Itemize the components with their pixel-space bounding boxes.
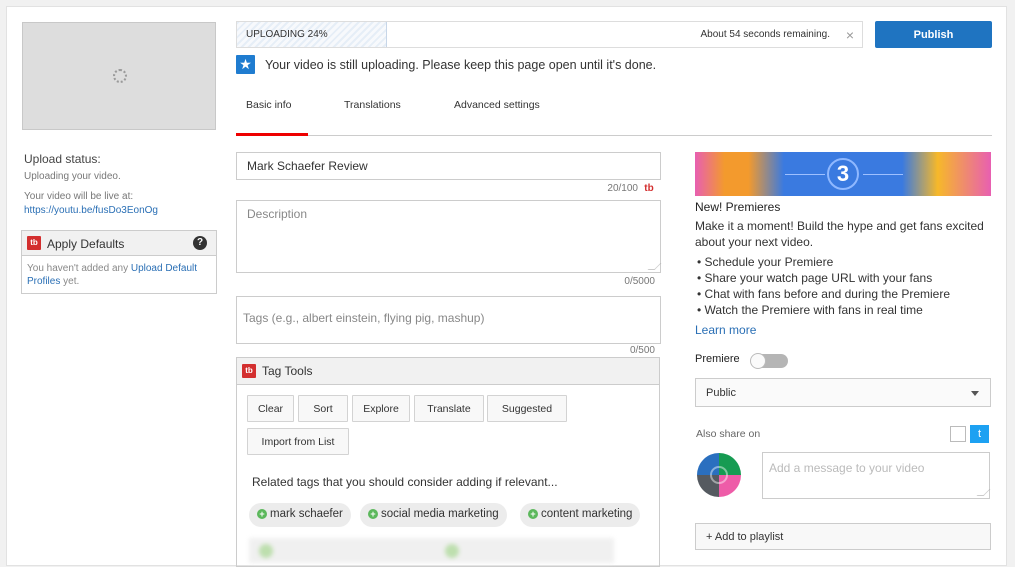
list-item: Schedule your Premiere bbox=[697, 254, 950, 270]
tags-char-count: 0/500 bbox=[629, 345, 655, 356]
tab-bar: Basic info Translations Advanced setting… bbox=[236, 88, 992, 136]
premieres-banner-image: 3 bbox=[695, 152, 991, 196]
add-circle-icon: + bbox=[528, 509, 538, 519]
related-tag-label: content marketing bbox=[541, 508, 633, 520]
resize-handle-icon[interactable] bbox=[976, 489, 991, 496]
translate-button[interactable]: Translate bbox=[414, 395, 484, 422]
related-tag-chip[interactable]: + social media marketing bbox=[360, 503, 507, 527]
upload-status-title: Upload status: bbox=[24, 152, 101, 166]
resize-handle-icon[interactable] bbox=[647, 263, 662, 270]
title-char-count: 20/100 bbox=[607, 183, 638, 194]
premieres-feature-list: Schedule your Premiere Share your watch … bbox=[697, 254, 950, 318]
sort-tags-button[interactable]: Sort bbox=[298, 395, 348, 422]
related-tag-label: social media marketing bbox=[381, 508, 499, 520]
upload-notice: Your video is still uploading. Please ke… bbox=[265, 58, 657, 72]
tubebuddy-logo-icon: tb bbox=[644, 183, 654, 194]
upload-progress-bar: UPLOADING 24% About 54 seconds remaining… bbox=[236, 21, 863, 48]
add-to-playlist-button[interactable]: + Add to playlist bbox=[695, 523, 991, 550]
add-circle-icon: + bbox=[257, 509, 267, 519]
help-icon[interactable]: ? bbox=[193, 236, 207, 250]
share-twitter-checkbox[interactable] bbox=[950, 426, 966, 442]
twitter-icon: t bbox=[970, 425, 989, 443]
tag-tools-panel: tb Tag Tools Clear Sort Explore Translat… bbox=[236, 357, 660, 567]
privacy-select[interactable]: Public bbox=[695, 378, 991, 407]
tubebuddy-logo-icon: tb bbox=[242, 364, 256, 378]
upload-progress-label: UPLOADING 24% bbox=[246, 29, 328, 40]
premiere-toggle[interactable] bbox=[750, 353, 788, 369]
tag-tools-title: Tag Tools bbox=[262, 364, 313, 378]
apply-defaults-title: Apply Defaults bbox=[47, 237, 125, 251]
star-icon: ★ bbox=[236, 55, 255, 74]
premieres-title: New! Premieres bbox=[695, 200, 781, 214]
title-input[interactable]: Mark Schaefer Review bbox=[236, 152, 661, 180]
defaults-body-prefix: You haven't added any bbox=[27, 263, 131, 274]
clear-tags-button[interactable]: Clear bbox=[247, 395, 294, 422]
tag-tools-header: tb Tag Tools bbox=[237, 358, 659, 385]
premiere-label: Premiere bbox=[695, 353, 740, 365]
loading-spinner-icon bbox=[113, 69, 127, 83]
video-link[interactable]: https://youtu.be/fusDo3EonOg bbox=[24, 205, 158, 216]
premieres-description: Make it a moment! Build the hype and get… bbox=[695, 219, 984, 249]
chevron-down-icon bbox=[971, 391, 979, 396]
add-circle-icon: + bbox=[368, 509, 378, 519]
share-message-placeholder: Add a message to your video bbox=[769, 461, 925, 475]
cancel-upload-icon[interactable]: × bbox=[846, 27, 854, 43]
share-message-input[interactable]: Add a message to your video bbox=[762, 452, 991, 499]
related-tags-label: Related tags that you should consider ad… bbox=[252, 475, 558, 489]
banner-line bbox=[863, 174, 903, 175]
apply-defaults-panel: tb Apply Defaults ? You haven't added an… bbox=[21, 230, 217, 294]
active-tab-indicator bbox=[236, 133, 308, 136]
list-item: Share your watch page URL with your fans bbox=[697, 270, 950, 286]
privacy-value: Public bbox=[706, 387, 736, 399]
explore-button[interactable]: Explore bbox=[352, 395, 410, 422]
apply-defaults-body: You haven't added any Upload Default Pro… bbox=[22, 256, 216, 288]
related-tag-chip[interactable]: + content marketing bbox=[520, 503, 641, 527]
share-label: Also share on bbox=[696, 428, 761, 440]
tags-placeholder: Tags (e.g., albert einstein, flying pig,… bbox=[243, 311, 485, 325]
video-thumbnail bbox=[22, 22, 216, 130]
list-item: Chat with fans before and during the Pre… bbox=[697, 286, 950, 302]
learn-more-link[interactable]: Learn more bbox=[695, 323, 756, 337]
publish-button[interactable]: Publish bbox=[875, 21, 992, 48]
add-circle-icon bbox=[259, 544, 273, 558]
banner-line bbox=[785, 174, 825, 175]
countdown-number: 3 bbox=[827, 158, 859, 190]
import-from-list-button[interactable]: Import from List bbox=[247, 428, 349, 455]
toggle-knob bbox=[750, 353, 766, 369]
tab-translations[interactable]: Translations bbox=[344, 99, 401, 111]
related-tag-chip[interactable]: + mark schaefer bbox=[249, 503, 351, 527]
add-circle-icon bbox=[445, 544, 459, 558]
tags-input[interactable]: Tags (e.g., albert einstein, flying pig,… bbox=[236, 296, 661, 344]
suggested-button[interactable]: Suggested bbox=[487, 395, 567, 422]
defaults-body-suffix: yet. bbox=[60, 276, 80, 287]
time-remaining: About 54 seconds remaining. bbox=[700, 29, 830, 40]
tab-basic-info[interactable]: Basic info bbox=[246, 99, 292, 111]
description-input[interactable]: Description bbox=[236, 200, 662, 273]
apply-defaults-header[interactable]: tb Apply Defaults ? bbox=[22, 231, 216, 256]
blurred-tag-suggestions bbox=[249, 538, 614, 563]
description-char-count: 0/5000 bbox=[624, 276, 655, 287]
list-item: Watch the Premiere with fans in real tim… bbox=[697, 302, 950, 318]
description-placeholder: Description bbox=[247, 207, 308, 221]
live-at-label: Your video will be live at: bbox=[24, 191, 134, 202]
tab-advanced-settings[interactable]: Advanced settings bbox=[454, 99, 540, 111]
upload-status-text: Uploading your video. bbox=[24, 171, 121, 182]
related-tag-label: mark schaefer bbox=[270, 508, 343, 520]
tubebuddy-logo-icon: tb bbox=[27, 236, 41, 250]
avatar bbox=[697, 453, 741, 497]
